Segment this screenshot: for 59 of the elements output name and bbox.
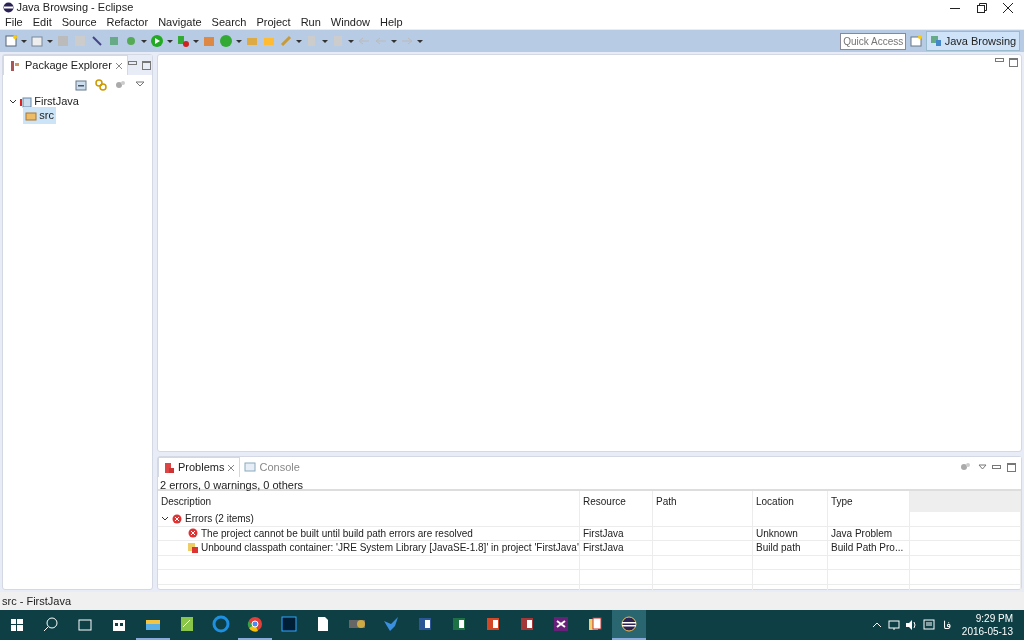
chevron-up-icon[interactable] <box>872 620 883 630</box>
column-header[interactable]: Resource <box>580 491 653 512</box>
maximize-icon[interactable] <box>142 60 152 70</box>
chevron-down-icon[interactable] <box>8 97 17 106</box>
eclipse-icon <box>620 615 638 633</box>
group-label[interactable]: Errors (2 items) <box>185 512 254 526</box>
perspective-icon <box>929 35 942 47</box>
console-icon <box>244 461 257 473</box>
menu-item[interactable]: Refactor <box>101 13 154 31</box>
error-icon <box>172 513 182 524</box>
problem-description: The project cannot be built until build path errors are resolved <box>201 526 473 541</box>
notifications-icon[interactable] <box>922 619 935 631</box>
perspective-button[interactable]: Java Browsing <box>926 31 1020 51</box>
menu-item[interactable]: Source <box>56 13 102 31</box>
close-icon[interactable] <box>1003 2 1013 13</box>
clock[interactable]: 9:29 PM 2016-05-13 <box>961 612 1013 638</box>
table-cell: Java Problem <box>828 526 910 541</box>
table-cell: Build Path Pro... <box>828 541 910 556</box>
table-cell: FirstJava <box>580 526 653 541</box>
package-explorer-icon <box>8 58 22 73</box>
table-cell: FirstJava <box>580 541 653 556</box>
maximize-icon[interactable] <box>1009 57 1019 67</box>
maximize-icon[interactable] <box>1006 462 1016 472</box>
taskbar-button[interactable] <box>612 610 646 640</box>
source-folder-icon <box>24 109 37 122</box>
volume-icon[interactable] <box>905 619 918 631</box>
column-header[interactable]: Location <box>753 491 828 512</box>
chevron-down-icon[interactable] <box>161 514 169 523</box>
status-text: src - FirstJava <box>2 593 72 609</box>
quick-access-field[interactable]: Quick Access <box>840 32 907 50</box>
column-header[interactable]: Path <box>653 491 753 512</box>
project-icon <box>19 95 32 108</box>
menu-item[interactable]: Edit <box>27 13 57 31</box>
view-tab[interactable]: Package Explorer <box>3 55 128 75</box>
menu-item[interactable]: Window <box>325 13 375 31</box>
language-indicator[interactable]: فا <box>942 616 951 634</box>
problem-description: Unbound classpath container: 'JRE System Library [JavaSE-1.8]' in project 'FirstJava' <box>201 541 579 555</box>
problems-icon <box>163 461 175 474</box>
open-perspective-icon[interactable] <box>909 34 924 48</box>
link-icon[interactable] <box>93 77 108 92</box>
menu-item[interactable]: Project <box>251 13 296 31</box>
menu-item[interactable]: File <box>0 13 28 31</box>
network-icon[interactable] <box>887 619 900 631</box>
column-header[interactable]: Description <box>158 491 580 512</box>
view-tab[interactable]: Console <box>240 457 304 477</box>
menu-item[interactable]: Search <box>206 13 252 31</box>
tree-item[interactable]: FirstJava <box>19 93 79 110</box>
window-title: Java Browsing - Eclipse <box>16 0 134 16</box>
menu-item[interactable]: Run <box>295 13 326 31</box>
menu-item[interactable]: Help <box>375 13 408 31</box>
table-cell: Unknown <box>753 526 828 541</box>
table-cell: Build path <box>753 541 828 556</box>
view-tab[interactable]: Problems <box>158 457 241 477</box>
chrome-icon <box>246 615 264 633</box>
menu-item[interactable]: Navigate <box>153 13 207 31</box>
error-icon <box>188 528 198 539</box>
view-menu-icon[interactable] <box>977 462 987 472</box>
restore-icon[interactable] <box>976 2 987 13</box>
tree-item[interactable]: src <box>22 107 56 124</box>
